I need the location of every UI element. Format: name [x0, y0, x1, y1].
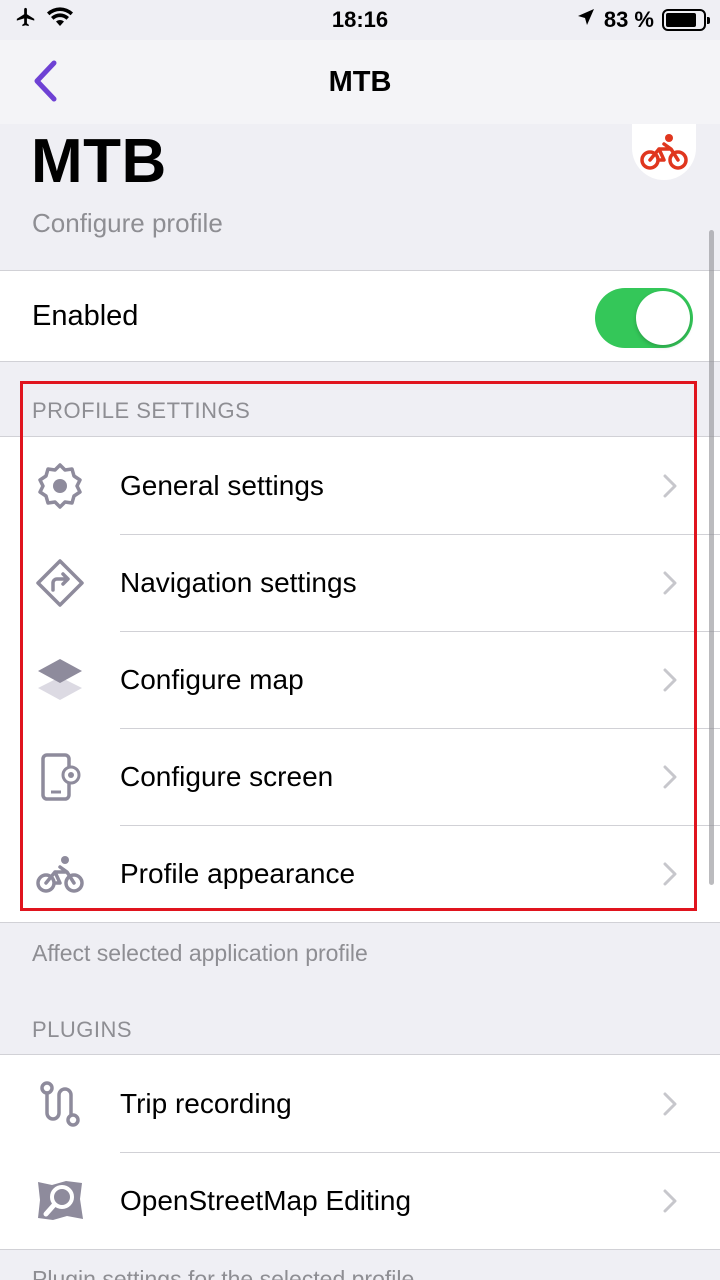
chevron-right-icon: [663, 862, 677, 885]
configure-screen-row[interactable]: Configure screen: [0, 728, 720, 825]
enabled-row: Enabled: [0, 270, 720, 362]
navigation-bar: MTB: [0, 40, 720, 124]
map-layers-icon: [34, 654, 86, 706]
trip-recording-row[interactable]: Trip recording: [0, 1055, 720, 1152]
navigation-settings-label: Navigation settings: [120, 566, 357, 598]
chevron-right-icon: [663, 668, 677, 691]
profile-subtitle: Configure profile: [32, 208, 223, 238]
airplane-icon: [14, 6, 38, 34]
chevron-right-icon: [663, 1189, 677, 1212]
configure-screen-label: Configure screen: [120, 760, 334, 792]
enabled-toggle[interactable]: [595, 288, 693, 348]
profile-avatar: [632, 124, 696, 180]
enabled-label: Enabled: [32, 300, 139, 332]
wifi-icon: [46, 6, 74, 34]
navigation-settings-row[interactable]: Navigation settings: [0, 534, 720, 631]
trip-recording-label: Trip recording: [120, 1087, 292, 1119]
scrollbar[interactable]: [709, 230, 714, 885]
phone-settings-icon: [34, 751, 86, 803]
plugins-header: PLUGINS: [32, 1017, 133, 1042]
chevron-right-icon: [663, 1092, 677, 1115]
osm-editing-row[interactable]: OpenStreetMap Editing: [0, 1152, 720, 1249]
profile-settings-footer: Affect selected application profile: [32, 940, 368, 966]
profile-appearance-row[interactable]: Profile appearance: [0, 825, 720, 922]
profile-settings-header: PROFILE SETTINGS: [32, 398, 251, 423]
general-settings-label: General settings: [120, 469, 324, 501]
battery-level: [666, 13, 696, 27]
gear-icon: [34, 460, 86, 512]
toggle-knob: [636, 291, 690, 345]
location-arrow-icon: [576, 7, 596, 33]
chevron-right-icon: [663, 571, 677, 594]
general-settings-row[interactable]: General settings: [0, 437, 720, 534]
battery-icon: [662, 9, 710, 31]
configure-map-row[interactable]: Configure map: [0, 631, 720, 728]
chevron-right-icon: [663, 765, 677, 788]
chevron-right-icon: [663, 474, 677, 497]
nav-title: MTB: [328, 65, 392, 98]
battery-percent: 83 %: [603, 7, 654, 32]
profile-appearance-label: Profile appearance: [120, 857, 356, 889]
trip-route-icon: [34, 1078, 86, 1130]
bicycle-icon: [34, 848, 86, 900]
osm-editing-label: OpenStreetMap Editing: [120, 1184, 412, 1216]
profile-title: MTB: [31, 127, 167, 196]
status-bar: 18:16 83 %: [0, 0, 720, 40]
profile-settings-list: General settings Navigation settings Con…: [0, 436, 720, 923]
back-button[interactable]: [20, 56, 70, 106]
bicycle-icon: [640, 134, 688, 170]
plugins-list: Trip recording OpenStreetMap Editing: [0, 1054, 720, 1250]
osm-editing-icon: [34, 1175, 86, 1227]
configure-map-label: Configure map: [120, 663, 304, 695]
navigation-sign-icon: [34, 557, 86, 609]
plugins-footer: Plugin settings for the selected profile: [32, 1266, 415, 1280]
profile-header: MTB Configure profile: [0, 124, 720, 270]
chevron-left-icon: [34, 60, 57, 102]
